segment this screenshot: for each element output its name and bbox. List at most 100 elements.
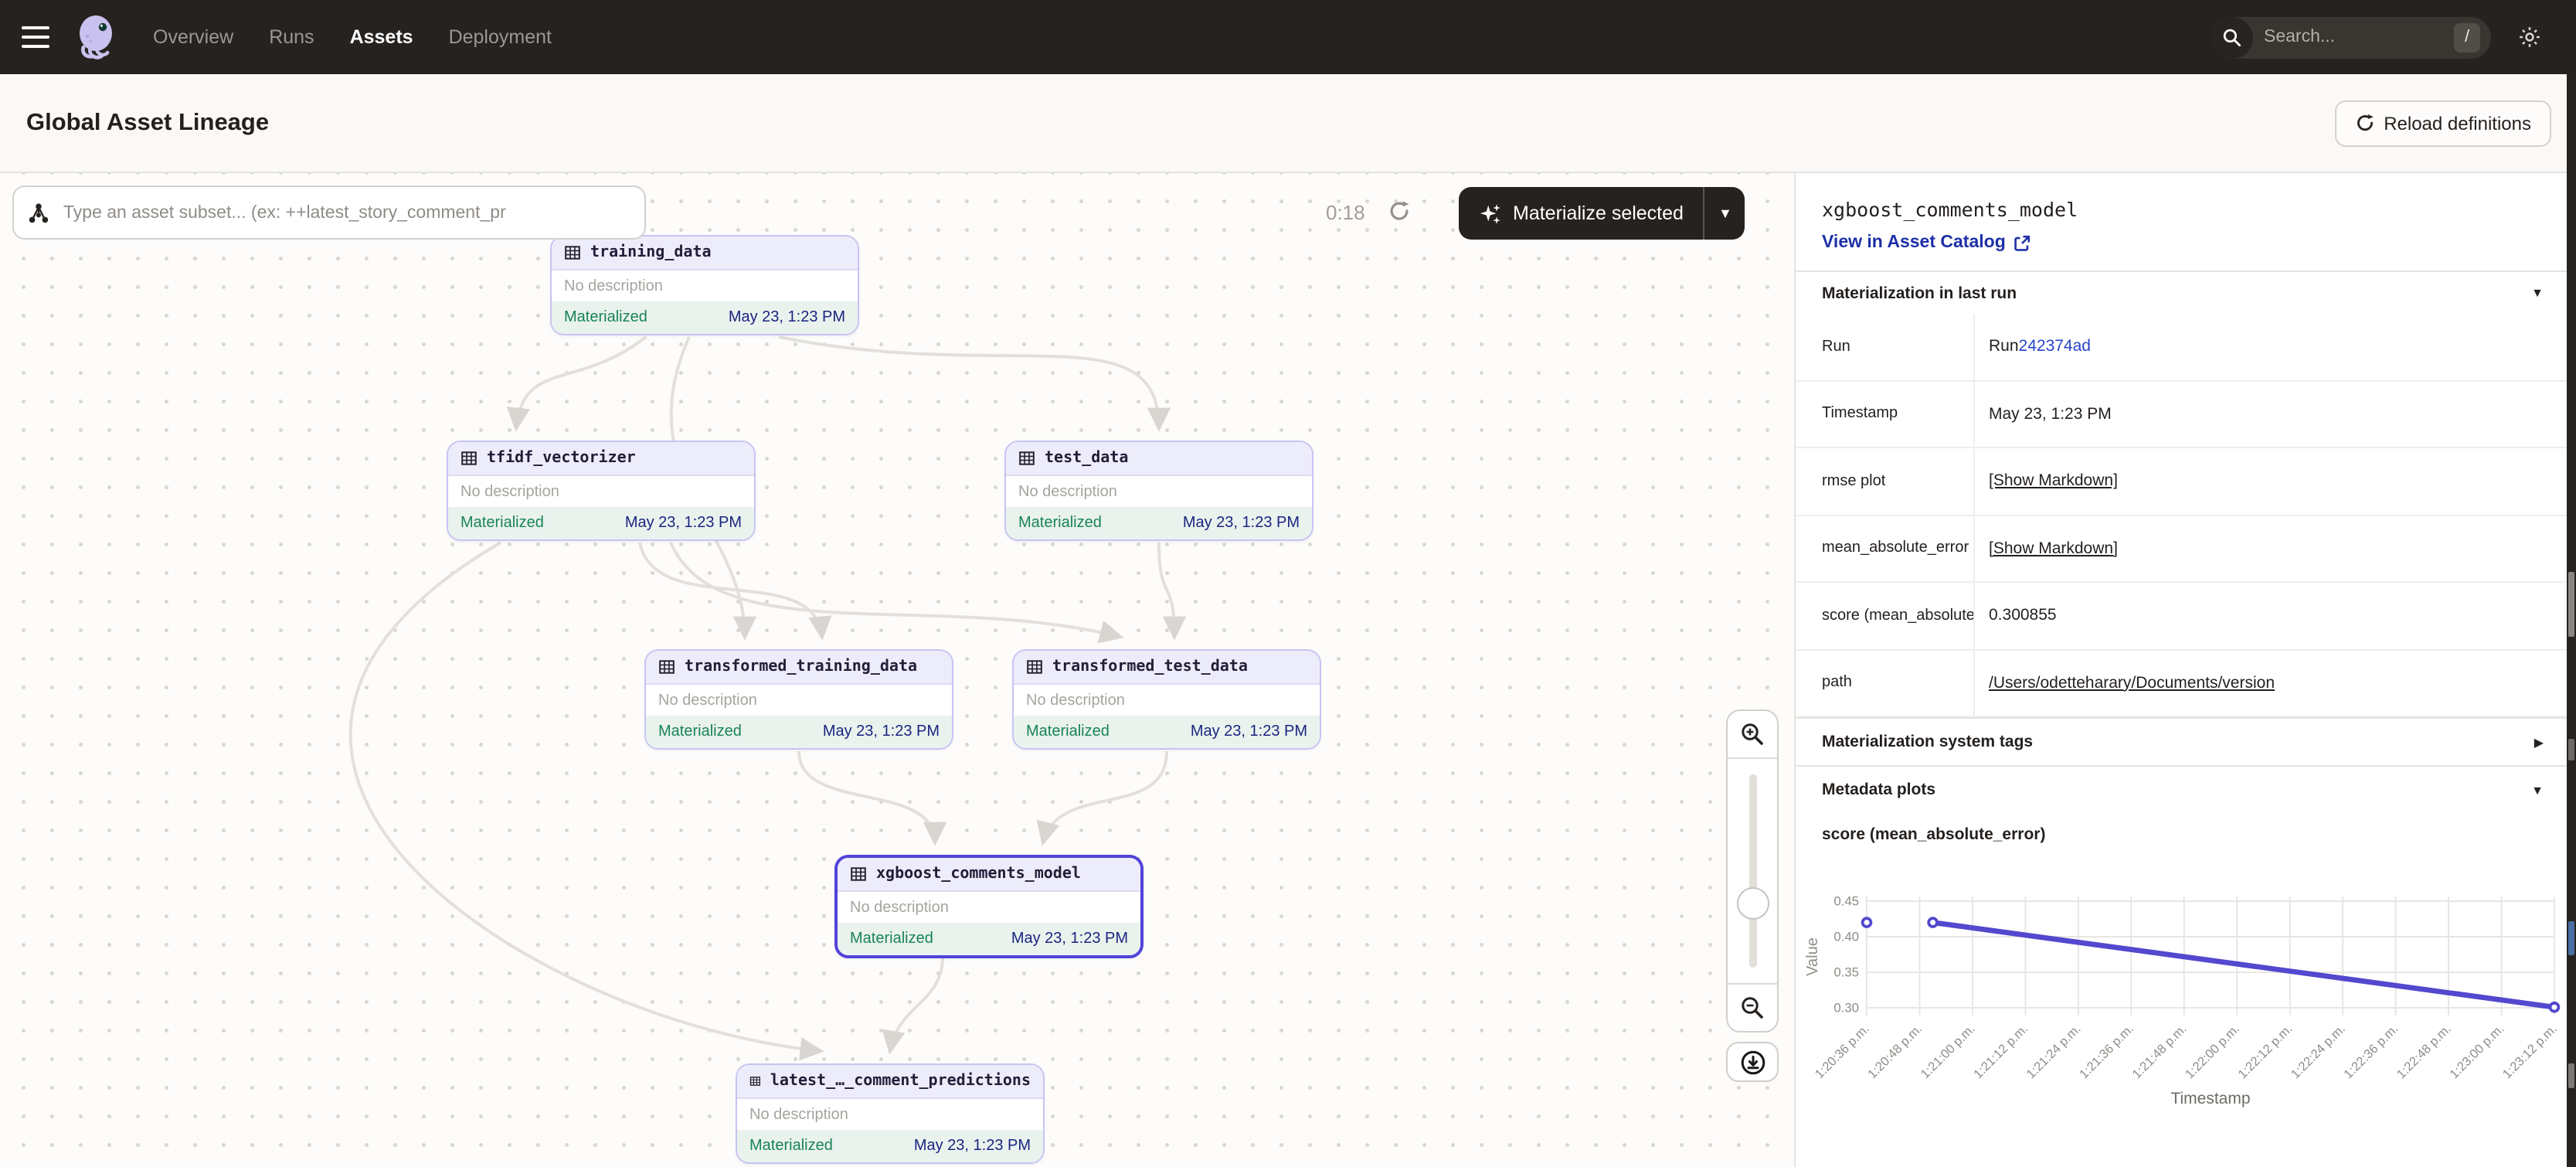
metadata-row-value: [Show Markdown]: [1973, 448, 2567, 514]
asset-node-header: tfidf_vectorizer: [448, 442, 754, 476]
refresh-timer: 0:18: [1326, 185, 1365, 240]
table-icon: [658, 658, 675, 675]
materialized-status: Materialized: [1026, 723, 1110, 740]
chart-title: score (mean_absolute_error): [1796, 813, 2567, 855]
asset-subset-filter[interactable]: [12, 185, 646, 240]
table-icon: [1026, 658, 1043, 675]
svg-text:1:20:36 p.m.: 1:20:36 p.m.: [1813, 1022, 1872, 1081]
asset-node-transformed_test_data[interactable]: transformed_test_data No description Mat…: [1012, 649, 1321, 750]
materialized-timestamp: May 23, 1:23 PM: [1183, 515, 1300, 532]
dagster-app: Overview Runs Assets Deployment Search..…: [0, 0, 2576, 1167]
metadata-row: path /Users/odetteharary/Documents/versi…: [1796, 650, 2567, 717]
metadata-row: mean_absolute_error plot [Show Markdown]: [1796, 515, 2567, 583]
page-title: Global Asset Lineage: [26, 109, 269, 137]
materialized-status: Materialized: [460, 515, 544, 532]
asset-node-footer: Materialized May 23, 1:23 PM: [552, 301, 858, 334]
materialize-selected-button[interactable]: Materialize selected ▼: [1459, 187, 1745, 240]
asset-node-latest_…_comment_predictions[interactable]: latest_…_comment_predictions No descript…: [736, 1063, 1045, 1164]
asset-node-name: test_data: [1045, 450, 1128, 467]
table-icon: [749, 1073, 761, 1090]
svg-text:1:22:00 p.m.: 1:22:00 p.m.: [2183, 1022, 2242, 1081]
section-materialization-last-run[interactable]: Materialization in last run ▼: [1796, 270, 2567, 314]
download-view-button[interactable]: [1726, 1042, 1779, 1082]
svg-text:1:23:00 p.m.: 1:23:00 p.m.: [2447, 1022, 2506, 1081]
asset-node-description: No description: [1006, 476, 1312, 507]
nav-deployment[interactable]: Deployment: [449, 26, 552, 48]
metadata-value-link[interactable]: /Users/odetteharary/Documents/version: [1989, 674, 2275, 692]
svg-text:1:20:48 p.m.: 1:20:48 p.m.: [1865, 1022, 1925, 1081]
metadata-value-link[interactable]: 242374ad: [2019, 338, 2091, 356]
zoom-slider-track: [1748, 774, 1756, 968]
asset-subset-input[interactable]: [60, 202, 630, 223]
nav-assets[interactable]: Assets: [350, 26, 413, 48]
zoom-slider[interactable]: [1728, 759, 1777, 983]
metadata-value-link[interactable]: [Show Markdown]: [1989, 539, 2118, 558]
materialized-status: Materialized: [850, 931, 933, 948]
search-shortcut-badge: /: [2454, 22, 2480, 52]
asset-details-sidebar: xgboost_comments_model View in Asset Cat…: [1794, 173, 2567, 1167]
metadata-table: Run Run 242374ad Timestamp May 23, 1:23 …: [1796, 314, 2567, 717]
table-icon: [460, 450, 477, 467]
metadata-row-value: [Show Markdown]: [1973, 515, 2567, 581]
zoom-control: [1726, 709, 1779, 1033]
zoom-slider-handle[interactable]: [1736, 887, 1769, 920]
asset-node-header: xgboost_comments_model: [838, 858, 1140, 892]
table-icon: [564, 244, 581, 261]
metadata-row-value: May 23, 1:23 PM: [1973, 381, 2567, 447]
table-icon: [850, 866, 867, 883]
svg-text:1:23:12 p.m.: 1:23:12 p.m.: [2500, 1022, 2560, 1081]
external-link-icon: [2014, 234, 2031, 251]
asset-node-description: No description: [737, 1099, 1043, 1130]
asset-node-name: transformed_training_data: [685, 658, 917, 675]
svg-text:1:22:12 p.m.: 1:22:12 p.m.: [2235, 1022, 2295, 1081]
metadata-row-label: path: [1796, 650, 1973, 716]
lineage-graph-panel[interactable]: training_data No description Materialize…: [0, 173, 1794, 1167]
metadata-row-value: Run 242374ad: [1973, 314, 2567, 379]
materialize-dropdown-caret[interactable]: ▼: [1705, 206, 1745, 221]
materialized-timestamp: May 23, 1:23 PM: [823, 723, 940, 740]
metadata-value-link[interactable]: [Show Markdown]: [1989, 472, 2118, 491]
metadata-row: Timestamp May 23, 1:23 PM: [1796, 381, 2567, 448]
nav-runs[interactable]: Runs: [269, 26, 314, 48]
svg-text:1:21:12 p.m.: 1:21:12 p.m.: [1971, 1022, 2031, 1081]
sidebar-asset-name: xgboost_comments_model: [1822, 198, 2567, 221]
section-system-tags[interactable]: Materialization system tags ▶: [1796, 717, 2567, 765]
zoom-out-button[interactable]: [1728, 983, 1777, 1031]
reload-icon: [2354, 113, 2374, 133]
svg-text:1:22:36 p.m.: 1:22:36 p.m.: [2341, 1022, 2401, 1081]
search-icon: [2211, 16, 2253, 58]
top-nav: Overview Runs Assets Deployment Search..…: [0, 0, 2576, 74]
asset-node-test_data[interactable]: test_data No description Materialized Ma…: [1004, 441, 1313, 541]
view-in-asset-catalog-link[interactable]: View in Asset Catalog: [1822, 233, 2567, 252]
asset-node-xgboost_comments_model[interactable]: xgboost_comments_model No description Ma…: [834, 855, 1144, 958]
svg-text:1:22:48 p.m.: 1:22:48 p.m.: [2394, 1022, 2454, 1081]
search-input[interactable]: Search... /: [2211, 16, 2491, 58]
score-line-chart: 1:20:36 p.m.1:20:48 p.m.1:21:00 p.m.1:21…: [1796, 855, 2567, 1141]
asset-node-transformed_training_data[interactable]: transformed_training_data No description…: [644, 649, 953, 750]
asset-node-header: latest_…_comment_predictions: [737, 1065, 1043, 1099]
asset-node-header: test_data: [1006, 442, 1312, 476]
materialized-timestamp: May 23, 1:23 PM: [729, 309, 845, 326]
settings-gear-icon[interactable]: [2517, 25, 2542, 49]
asset-node-name: latest_…_comment_predictions: [770, 1073, 1031, 1090]
menu-icon[interactable]: [22, 26, 49, 48]
svg-text:0.30: 0.30: [1833, 1001, 1859, 1016]
nav-overview[interactable]: Overview: [153, 26, 233, 48]
asset-node-tfidf_vectorizer[interactable]: tfidf_vectorizer No description Material…: [447, 441, 756, 541]
svg-text:1:21:48 p.m.: 1:21:48 p.m.: [2129, 1022, 2189, 1081]
download-icon: [1739, 1049, 1765, 1075]
asset-graph-icon: [28, 202, 49, 223]
refresh-icon[interactable]: [1388, 199, 1411, 223]
asset-node-name: xgboost_comments_model: [876, 866, 1081, 883]
asset-node-name: training_data: [590, 244, 712, 261]
asset-node-description: No description: [448, 476, 754, 507]
section-metadata-plots[interactable]: Metadata plots ▼: [1796, 765, 2567, 813]
asset-node-training_data[interactable]: training_data No description Materialize…: [550, 235, 859, 335]
reload-definitions-button[interactable]: Reload definitions: [2334, 100, 2551, 146]
materialized-timestamp: May 23, 1:23 PM: [1011, 931, 1128, 948]
chevron-down-icon: ▼: [2531, 286, 2544, 300]
asset-node-footer: Materialized May 23, 1:23 PM: [1014, 716, 1320, 748]
materialized-timestamp: May 23, 1:23 PM: [1191, 723, 1307, 740]
zoom-in-button[interactable]: [1728, 711, 1777, 759]
dagster-logo-icon[interactable]: [70, 12, 119, 62]
